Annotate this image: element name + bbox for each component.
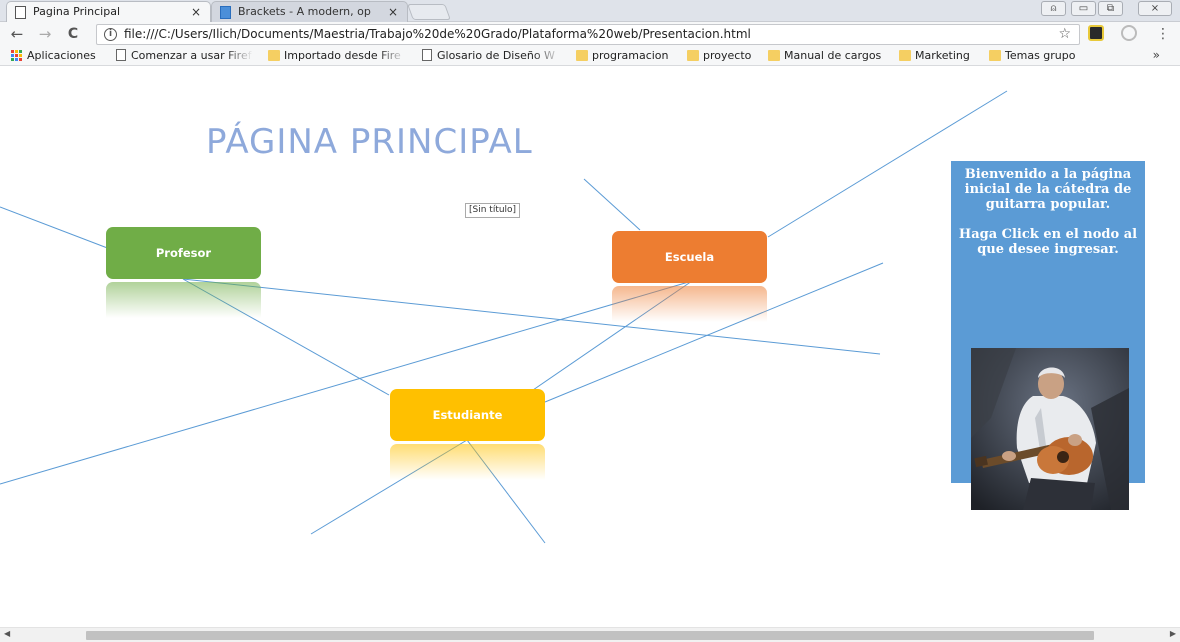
bookmark-comenzar[interactable]: Comenzar a usar Firef — [113, 46, 253, 65]
bookmark-label: Glosario de Diseño W — [437, 49, 555, 62]
apps-icon — [11, 50, 23, 61]
connector-line — [583, 178, 641, 231]
bookmarks-bar: Aplicaciones Comenzar a usar Firef Impor… — [0, 46, 1180, 66]
tab-brackets[interactable]: Brackets - A modern, op × — [211, 1, 408, 22]
bookmark-manual-de-cargos[interactable]: Manual de cargos — [766, 46, 890, 65]
forward-icon[interactable]: → — [36, 24, 54, 44]
connector-line — [0, 280, 693, 485]
node-estudiante-reflection — [390, 444, 545, 480]
node-estudiante[interactable]: Estudiante — [390, 389, 545, 441]
scrollbar-thumb[interactable] — [86, 631, 1094, 640]
close-icon[interactable]: × — [388, 2, 398, 22]
extension-icon[interactable] — [1088, 25, 1104, 41]
scroll-right-icon[interactable]: ▶ — [1170, 629, 1176, 638]
guitarist-illustration — [971, 348, 1129, 510]
guitarist-photo — [971, 348, 1129, 510]
folder-icon — [899, 50, 911, 61]
connector-line — [0, 206, 111, 250]
brackets-icon — [220, 6, 231, 19]
scroll-left-icon[interactable]: ◀ — [4, 629, 10, 638]
reload-icon[interactable]: C — [64, 24, 82, 44]
bookmark-programacion[interactable]: programacion — [574, 46, 678, 65]
folder-icon — [687, 50, 699, 61]
bookmarks-overflow-icon[interactable]: » — [1153, 46, 1160, 65]
bookmark-proyecto[interactable]: proyecto — [685, 46, 761, 65]
bookmark-marketing[interactable]: Marketing — [897, 46, 981, 65]
folder-icon — [268, 50, 280, 61]
minimize-icon[interactable]: ▭ — [1071, 1, 1096, 16]
new-tab-button[interactable] — [407, 4, 451, 20]
bookmark-label: Manual de cargos — [784, 49, 882, 62]
tab-title: Brackets - A modern, op — [238, 5, 371, 18]
welcome-text: Bienvenido a la página inicial de la cát… — [951, 167, 1145, 272]
node-escuela-reflection — [612, 286, 767, 322]
address-bar[interactable]: i file:///C:/Users/Ilich/Documents/Maest… — [96, 24, 1080, 45]
bookmark-label: Comenzar a usar Firef — [131, 49, 252, 62]
node-profesor-reflection — [106, 282, 261, 318]
welcome-line-2: Haga Click en el nodo al que desee ingre… — [958, 227, 1138, 257]
bookmark-label: Aplicaciones — [27, 49, 96, 62]
page-icon — [422, 49, 432, 61]
bookmark-aplicaciones[interactable]: Aplicaciones — [9, 46, 105, 65]
extension-circle-icon[interactable] — [1121, 25, 1137, 41]
page-icon — [116, 49, 126, 61]
tab-strip: Pagina Principal × Brackets - A modern, … — [0, 0, 1180, 22]
page-icon — [15, 6, 26, 19]
folder-icon — [989, 50, 1001, 61]
welcome-line-1: Bienvenido a la página inicial de la cát… — [964, 167, 1132, 212]
bookmark-label: proyecto — [703, 49, 752, 62]
tab-pagina-principal[interactable]: Pagina Principal × — [6, 1, 211, 22]
bookmark-temas-grupo[interactable]: Temas grupo — [987, 46, 1087, 65]
address-text: file:///C:/Users/Ilich/Documents/Maestri… — [124, 27, 751, 41]
back-icon[interactable]: ← — [8, 24, 26, 44]
info-icon[interactable]: i — [104, 28, 117, 41]
horizontal-scrollbar[interactable]: ◀ ▶ — [0, 627, 1180, 642]
folder-icon — [768, 50, 780, 61]
bookmark-label: Importado desde Fire — [284, 49, 401, 62]
bookmark-glosario[interactable]: Glosario de Diseño W — [419, 46, 561, 65]
page-content: PÁGINA PRINCIPAL [Sin título] Profesor E… — [0, 67, 1180, 627]
bookmark-importado[interactable]: Importado desde Fire — [266, 46, 406, 65]
bookmark-label: programacion — [592, 49, 669, 62]
folder-icon — [576, 50, 588, 61]
user-profile-icon[interactable]: ⍝ — [1041, 1, 1066, 16]
close-icon[interactable]: × — [191, 2, 201, 22]
node-escuela[interactable]: Escuela — [612, 231, 767, 283]
connector-line — [182, 278, 881, 355]
window-close-icon[interactable]: ⨯ — [1138, 1, 1172, 16]
browser-toolbar: ← → C i file:///C:/Users/Ilich/Documents… — [0, 22, 1180, 46]
connector-line — [544, 262, 884, 403]
page-title: PÁGINA PRINCIPAL — [206, 122, 533, 162]
bookmark-star-icon[interactable]: ☆ — [1058, 25, 1071, 44]
maximize-icon[interactable]: ⧉ — [1098, 1, 1123, 16]
menu-icon[interactable]: ⋮ — [1154, 24, 1172, 44]
bookmark-label: Temas grupo — [1005, 49, 1076, 62]
node-profesor[interactable]: Profesor — [106, 227, 261, 279]
untitled-tag: [Sin título] — [465, 203, 521, 218]
bookmark-label: Marketing — [915, 49, 970, 62]
tab-title: Pagina Principal — [33, 5, 121, 18]
